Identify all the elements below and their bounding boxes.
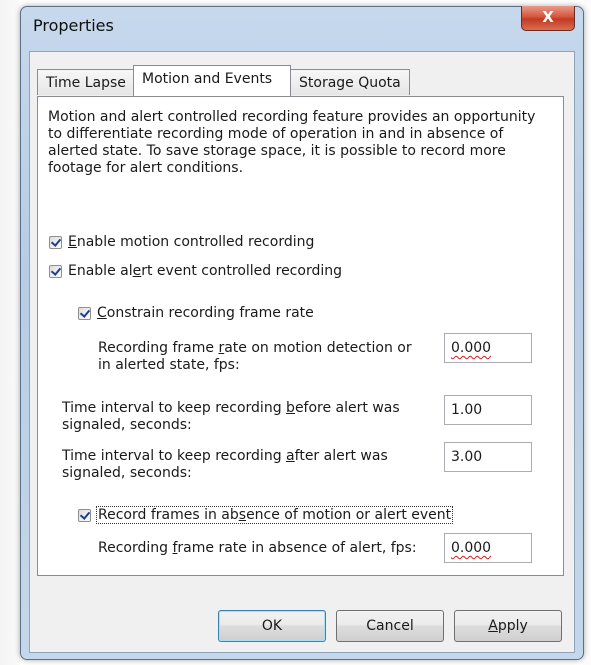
background-right (583, 0, 591, 665)
checkmark-icon (49, 264, 62, 278)
properties-dialog: Properties X Time Lapse Motion and Event… (20, 6, 584, 660)
absence-rate-input[interactable]: 0.000 (444, 533, 532, 563)
checkbox-label: Enable motion controlled recording (68, 234, 315, 250)
after-alert-label: Time interval to keep recording after al… (62, 448, 388, 481)
ok-button[interactable]: OK (218, 610, 326, 642)
enable-alert-checkbox[interactable]: Enable alert event controlled recording (49, 263, 342, 279)
checkmark-icon (78, 508, 91, 522)
feature-description: Motion and alert controlled recording fe… (48, 109, 536, 176)
tab-label: Storage Quota (299, 75, 401, 91)
motion-events-panel: Motion and alert controlled recording fe… (37, 96, 564, 576)
checkmark-icon (78, 306, 91, 320)
tab-label: Time Lapse (46, 75, 126, 91)
motion-rate-label: Recording frame rate on motion detection… (98, 340, 412, 373)
checkbox-label: Constrain recording frame rate (97, 305, 314, 321)
enable-motion-checkbox[interactable]: Enable motion controlled recording (49, 234, 314, 250)
dialog-title: Properties (33, 16, 114, 35)
tab-time-lapse[interactable]: Time Lapse (37, 69, 134, 95)
constrain-rate-checkbox[interactable]: Constrain recording frame rate (78, 305, 314, 321)
checkmark-icon (49, 235, 62, 249)
checkbox-label: Enable alert event controlled recording (68, 263, 342, 279)
record-absence-checkbox[interactable]: Record frames in absence of motion or al… (78, 506, 454, 524)
before-alert-label: Time interval to keep recording before a… (62, 400, 400, 433)
title-bar[interactable]: Properties X (21, 6, 583, 51)
before-alert-input[interactable]: 1.00 (444, 395, 532, 425)
apply-button[interactable]: Apply (454, 610, 562, 642)
tab-storage-quota[interactable]: Storage Quota (290, 69, 410, 95)
tab-motion-and-events[interactable]: Motion and Events (133, 65, 291, 96)
background-left (0, 0, 20, 665)
checkbox-label: Record frames in absence of motion or al… (95, 506, 454, 524)
after-alert-input[interactable]: 3.00 (444, 442, 532, 472)
cancel-button[interactable]: Cancel (336, 610, 444, 642)
dialog-client-area: Time Lapse Motion and Events Storage Quo… (29, 51, 575, 653)
close-button[interactable]: X (521, 6, 575, 31)
tab-label: Motion and Events (142, 71, 273, 87)
motion-rate-input[interactable]: 0.000 (444, 333, 532, 363)
close-icon: X (542, 8, 554, 26)
absence-rate-label: Recording frame rate in absence of alert… (98, 540, 417, 556)
